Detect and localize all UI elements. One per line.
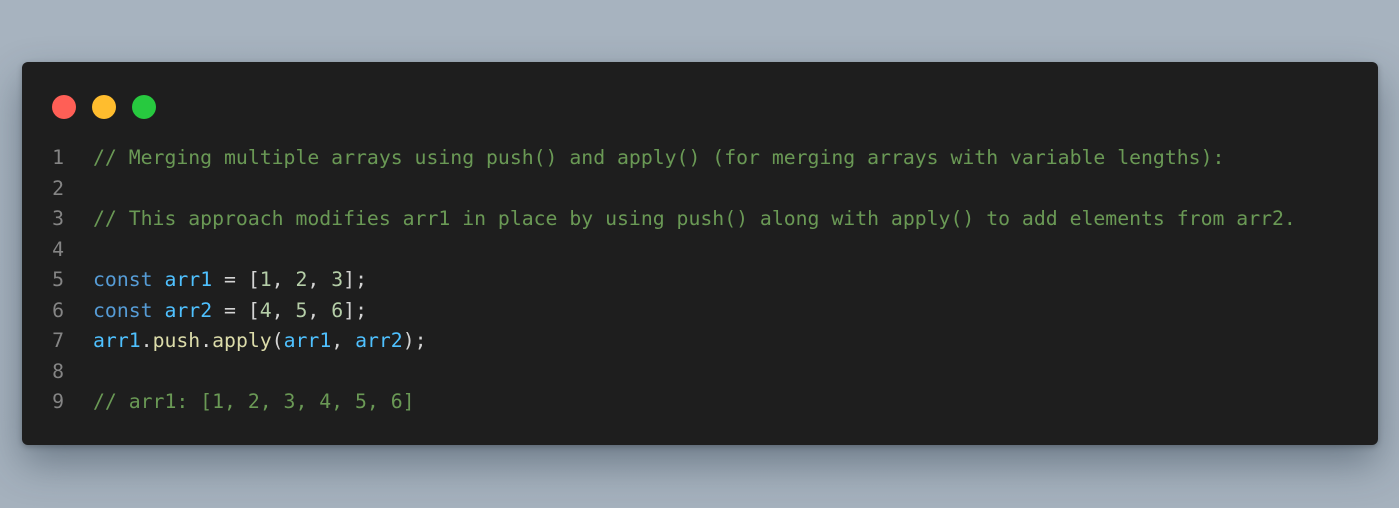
- code-token-punc: ,: [307, 268, 332, 291]
- code-token-num: 1: [259, 268, 272, 291]
- line-content: const arr2 = [4, 5, 6];: [93, 296, 1378, 327]
- code-token-num: 4: [259, 298, 272, 322]
- code-token-punc: .: [140, 329, 153, 352]
- code-line: 4: [22, 235, 1378, 266]
- line-content: const arr1 = [1, 2, 3];: [93, 265, 1378, 296]
- code-token-num: 5: [295, 298, 308, 322]
- code-token-var: arr2: [164, 298, 213, 322]
- code-token-punc: );: [402, 329, 427, 352]
- line-number: 5: [52, 268, 64, 291]
- code-token-var: arr2: [355, 329, 403, 352]
- code-token-var: arr1: [93, 329, 141, 352]
- line-number: 2: [52, 176, 64, 200]
- line-content: // This approach modifies arr1 in place …: [93, 204, 1378, 235]
- line-number: 8: [52, 359, 64, 383]
- code-line: 3 // This approach modifies arr1 in place…: [22, 204, 1378, 235]
- code-token-punc: = [: [212, 298, 260, 322]
- close-button[interactable]: [52, 95, 76, 119]
- line-content: // arr1: [1, 2, 3, 4, 5, 6]: [93, 387, 1378, 418]
- code-token-punc: [153, 299, 165, 322]
- line-number: 6: [52, 298, 64, 322]
- code-token-comment: // arr1: [1, 2, 3, 4, 5, 6]: [93, 390, 415, 413]
- code-token-num: 3: [331, 268, 344, 291]
- code-line: 8: [22, 357, 1378, 388]
- code-token-var: arr1: [283, 329, 332, 352]
- code-token-punc: = [: [212, 268, 260, 291]
- code-token-num: 2: [295, 268, 308, 291]
- code-token-punc: ,: [271, 298, 296, 322]
- code-token-comment: // Merging multiple arrays using push() …: [93, 146, 1225, 169]
- line-number: 4: [52, 237, 64, 261]
- line-content: arr1.push.apply(arr1, arr2);: [93, 326, 1378, 357]
- line-number: 9: [52, 390, 64, 413]
- code-token-fn: apply: [212, 329, 272, 352]
- code-token-keyword: const: [93, 298, 153, 322]
- code-line: 5 const arr1 = [1, 2, 3];: [22, 265, 1378, 296]
- code-token-var: arr1: [164, 268, 213, 291]
- code-token-punc: ];: [343, 268, 367, 291]
- code-token-punc: ];: [343, 298, 367, 322]
- code-editor[interactable]: 1 // Merging multiple arrays using push()…: [22, 143, 1378, 418]
- code-token-punc: ,: [271, 268, 296, 291]
- line-content: // Merging multiple arrays using push() …: [93, 143, 1378, 174]
- line-number: 7: [52, 329, 64, 352]
- code-token-punc: ,: [307, 298, 332, 322]
- code-line: 7 arr1.push.apply(arr1, arr2);: [22, 326, 1378, 357]
- code-line: 2: [22, 174, 1378, 205]
- code-line: 9 // arr1: [1, 2, 3, 4, 5, 6]: [22, 387, 1378, 418]
- code-token-punc: .: [200, 329, 213, 352]
- code-token-num: 6: [331, 298, 344, 322]
- code-line: 6 const arr2 = [4, 5, 6];: [22, 296, 1378, 327]
- code-line: 1 // Merging multiple arrays using push()…: [22, 143, 1378, 174]
- code-token-fn: push: [152, 329, 201, 352]
- code-token-comment: // This approach modifies arr1 in place …: [93, 207, 1296, 230]
- line-number: 1: [52, 146, 64, 169]
- minimize-button[interactable]: [92, 95, 116, 119]
- code-token-punc: (: [271, 329, 284, 352]
- code-token-punc: [153, 268, 165, 291]
- window-controls: [52, 95, 156, 119]
- code-token-keyword: const: [93, 268, 153, 291]
- code-token-punc: ,: [331, 329, 356, 352]
- maximize-button[interactable]: [132, 95, 156, 119]
- code-window: 1 // Merging multiple arrays using push()…: [22, 62, 1378, 445]
- line-number: 3: [52, 207, 64, 230]
